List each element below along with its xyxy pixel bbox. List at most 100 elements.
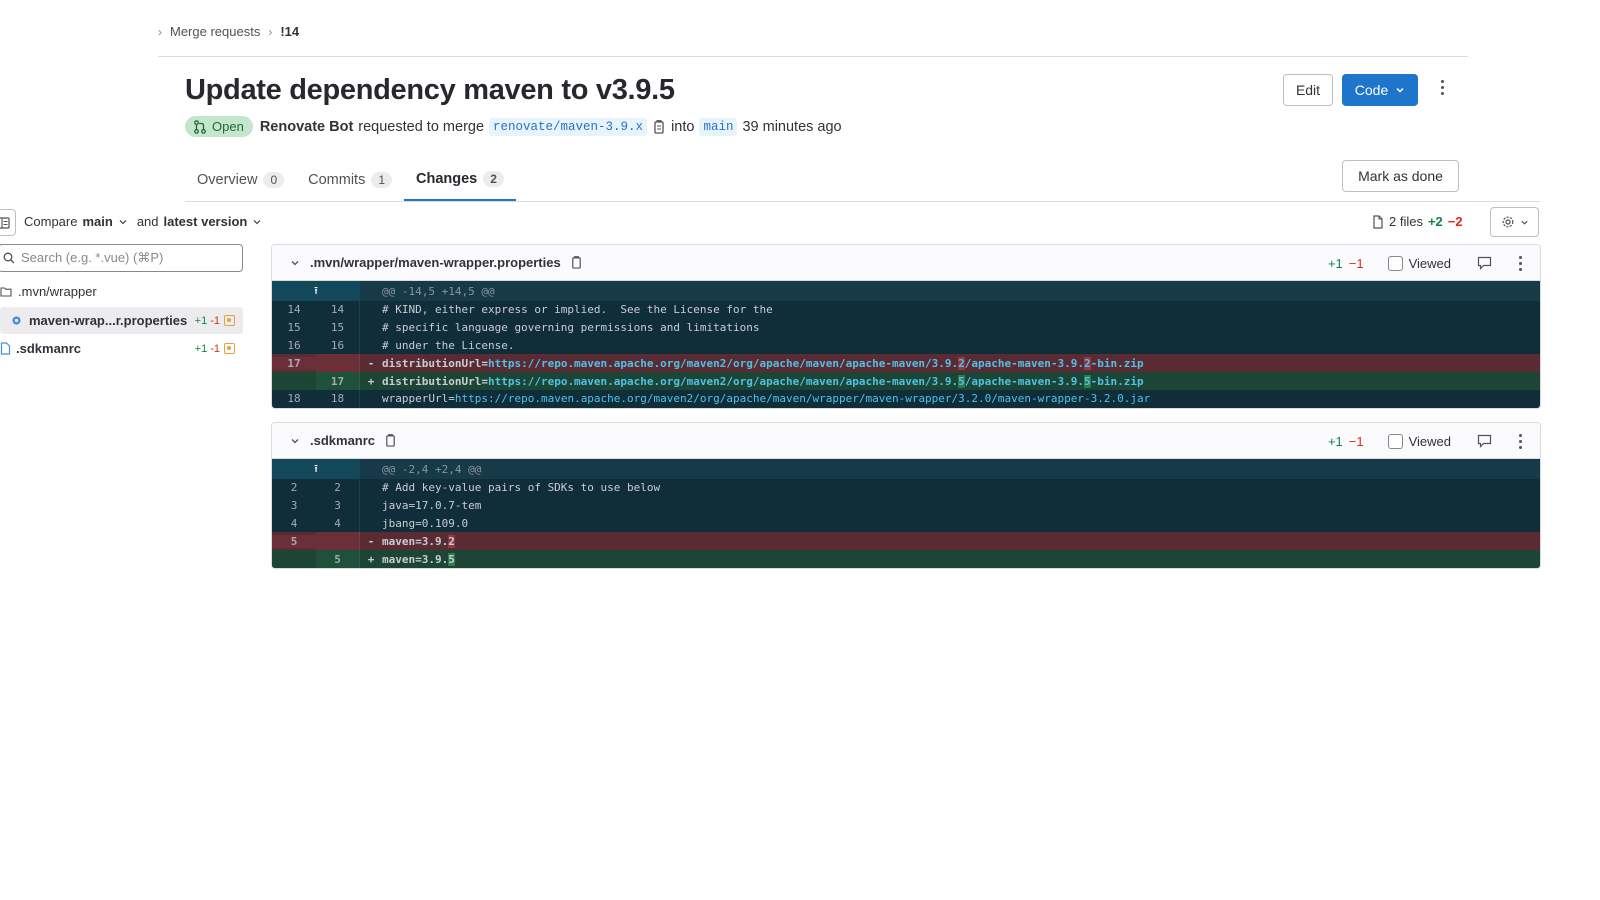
kebab-icon[interactable] (1434, 80, 1450, 100)
diff-file-path[interactable]: .mvn/wrapper/maven-wrapper.properties (310, 255, 561, 270)
new-line-number[interactable] (316, 532, 360, 551)
old-line-number[interactable]: 18 (272, 392, 316, 405)
copy-icon[interactable] (384, 433, 397, 448)
file-search-input[interactable]: Search (e.g. *.vue) (⌘P) (0, 244, 243, 272)
line-code: # Add key-value pairs of SDKs to use bel… (382, 481, 661, 495)
diff-stats: 2 files +2 −2 (1372, 214, 1463, 229)
author-link[interactable]: Renovate Bot (260, 119, 353, 135)
file-tree-toggle[interactable] (0, 209, 16, 236)
diff-line: 18 18 wrapperUrl=https://repo.maven.apache… (272, 389, 1540, 408)
mr-tabs: Overview 0 Commits 1 Changes 2 (185, 158, 516, 201)
new-line-number[interactable]: 4 (316, 514, 360, 533)
tab-changes[interactable]: Changes 2 (404, 158, 516, 201)
viewed-checkbox[interactable] (1387, 433, 1403, 449)
code-key: distributionUrl= (382, 356, 488, 370)
source-branch[interactable]: renovate/maven-3.9.x (489, 117, 648, 136)
old-line-number[interactable]: 5 (272, 534, 316, 548)
changed-char: 2 (958, 356, 965, 370)
code-url: https://repo.maven.apache.org/maven2/org… (488, 356, 1144, 370)
compare-head-dropdown[interactable]: latest version (164, 214, 248, 229)
tree-file-sdkmanrc[interactable]: .sdkmanrc +1 -1 (0, 335, 243, 362)
diff-line-removed: 17 - distributionUrl=https://repo.maven.ap… (272, 354, 1540, 373)
line-code: maven=3.9.2 (382, 534, 1540, 548)
hunk-header: ⭱ @@ -14,5 +14,5 @@ (272, 281, 1540, 301)
comment-icon[interactable] (1477, 256, 1492, 270)
modified-icon (224, 315, 235, 326)
expand-up-icon[interactable]: ⭱ (272, 459, 360, 479)
tab-overview[interactable]: Overview 0 (185, 158, 296, 201)
breadcrumb: › Merge requests › !14 (158, 24, 299, 39)
line-code: distributionUrl=https://repo.maven.apach… (382, 374, 1540, 388)
hunk-text: @@ -2,4 +2,4 @@ (382, 462, 482, 476)
expand-up-icon[interactable]: ⭱ (272, 281, 360, 301)
old-line-number[interactable]: 4 (272, 517, 316, 530)
new-line-number[interactable]: 16 (316, 336, 360, 355)
comment-icon[interactable] (1477, 434, 1492, 448)
copy-icon[interactable] (652, 119, 666, 135)
line-code: # KIND, either express or implied. See t… (382, 303, 773, 317)
file-deletions: -1 (210, 342, 220, 355)
tree-file-maven-wrapper[interactable]: maven-wrap...r.properties +1 -1 (0, 307, 243, 334)
new-line-number[interactable]: 2 (316, 479, 360, 497)
changed-char: 5 (448, 552, 455, 566)
diff-file-header: .mvn/wrapper/maven-wrapper.properties +1… (272, 245, 1540, 281)
edit-button[interactable]: Edit (1283, 74, 1333, 106)
changed-char: 5 (958, 374, 965, 388)
compare-label: Compare (24, 214, 78, 229)
tab-label: Changes (416, 170, 478, 187)
viewed-checkbox[interactable] (1387, 255, 1403, 271)
page-title: Update dependency maven to v3.9.5 (185, 74, 675, 106)
tab-label: Commits (308, 171, 366, 188)
code-key: distributionUrl= (382, 374, 488, 388)
url-part: -bin.zip (1090, 374, 1144, 388)
file-additions: +1 (1327, 433, 1343, 449)
old-line-number[interactable]: 3 (272, 499, 316, 512)
removed-marker: - (367, 534, 375, 548)
code-text: maven=3.9. (382, 534, 449, 548)
code-text: maven=3.9. (382, 552, 449, 566)
kebab-icon[interactable] (1516, 255, 1524, 271)
diff-file: .sdkmanrc +1 −1 Viewed ⭱ @@ -2,4 +2,4 @@… (271, 422, 1541, 569)
file-icon (0, 342, 11, 355)
file-deletions: -1 (210, 314, 220, 327)
new-line-number[interactable]: 5 (316, 550, 360, 568)
code-button[interactable]: Code (1342, 74, 1418, 106)
tab-commits[interactable]: Commits 1 (296, 158, 404, 201)
added-marker: + (367, 552, 375, 566)
compare-base-dropdown[interactable]: main (82, 214, 112, 229)
diff-file-path[interactable]: .sdkmanrc (310, 433, 375, 448)
chevron-down-icon[interactable] (118, 217, 128, 227)
settings-icon (12, 316, 21, 325)
new-line-number[interactable]: 17 (316, 372, 360, 390)
diff-settings-button[interactable] (1490, 207, 1539, 237)
new-line-number[interactable]: 18 (316, 389, 360, 408)
files-count: 2 files (1389, 214, 1423, 229)
new-line-number[interactable]: 15 (316, 318, 360, 337)
url-part: -bin.zip (1090, 356, 1144, 370)
target-branch[interactable]: main (699, 117, 738, 136)
file-deletions: −1 (1348, 255, 1364, 271)
mark-as-done-button[interactable]: Mark as done (1342, 160, 1459, 192)
file-additions: +1 (1327, 255, 1343, 271)
chevron-down-icon[interactable] (290, 258, 300, 268)
compare-versions: Compare main and latest version (24, 214, 262, 229)
old-line-number[interactable]: 2 (272, 481, 316, 494)
old-line-number[interactable]: 14 (272, 303, 316, 316)
copy-icon[interactable] (570, 255, 583, 270)
kebab-icon[interactable] (1516, 433, 1524, 449)
chevron-down-icon[interactable] (252, 217, 262, 227)
tree-folder[interactable]: .mvn/wrapper (0, 284, 97, 299)
breadcrumb-current[interactable]: !14 (280, 24, 299, 39)
new-line-number[interactable]: 14 (316, 301, 360, 319)
new-line-number[interactable]: 3 (316, 496, 360, 515)
new-line-number[interactable] (316, 354, 360, 373)
old-line-number[interactable]: 17 (272, 356, 316, 370)
old-line-number[interactable]: 16 (272, 339, 316, 352)
line-code: jbang=0.109.0 (382, 516, 469, 530)
file-name: maven-wrap...r.properties (29, 313, 188, 328)
breadcrumb-merge-requests[interactable]: Merge requests (170, 24, 260, 39)
chevron-down-icon[interactable] (290, 436, 300, 446)
old-line-number[interactable]: 15 (272, 321, 316, 334)
deletions-count: −2 (1447, 214, 1463, 229)
viewed-label: Viewed (1408, 255, 1451, 271)
